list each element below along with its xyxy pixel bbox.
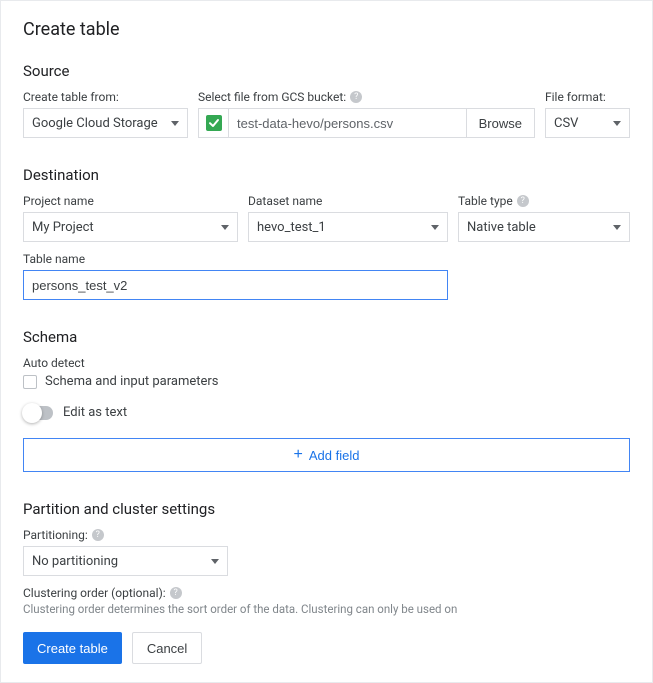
auto-detect-desc: Schema and input parameters	[45, 374, 219, 389]
help-icon[interactable]: ?	[517, 195, 529, 207]
table-type-select[interactable]: Native table	[458, 212, 630, 242]
clustering-order-label: Clustering order (optional):	[23, 586, 166, 600]
dataset-name-label: Dataset name	[248, 194, 448, 208]
chevron-down-icon	[613, 121, 621, 126]
table-name-input[interactable]	[32, 271, 439, 299]
gcs-path-input[interactable]	[228, 108, 466, 138]
edit-as-text-label: Edit as text	[63, 405, 127, 420]
edit-as-text-toggle[interactable]	[23, 406, 53, 420]
file-format-label: File format:	[545, 90, 630, 104]
partitioning-label: Partitioning:	[23, 528, 88, 542]
chevron-down-icon	[211, 559, 219, 564]
chevron-down-icon	[221, 225, 229, 230]
chevron-down-icon	[171, 121, 179, 126]
add-field-button[interactable]: + Add field	[23, 438, 630, 472]
table-type-value: Native table	[467, 220, 536, 235]
project-name-value: My Project	[32, 220, 94, 235]
auto-detect-label: Auto detect	[23, 356, 630, 370]
create-table-panel: Create table Source Create table from: G…	[0, 0, 653, 683]
gcs-verified-icon	[198, 108, 228, 138]
project-name-label: Project name	[23, 194, 238, 208]
browse-button[interactable]: Browse	[466, 108, 535, 138]
help-icon[interactable]: ?	[350, 91, 362, 103]
create-table-from-label: Create table from:	[23, 90, 188, 104]
help-icon[interactable]: ?	[170, 587, 182, 599]
create-table-from-select[interactable]: Google Cloud Storage	[23, 108, 188, 138]
table-name-label: Table name	[23, 252, 448, 266]
chevron-down-icon	[431, 225, 439, 230]
section-destination-heading: Destination	[23, 166, 630, 184]
file-format-value: CSV	[554, 116, 578, 131]
dataset-name-value: hevo_test_1	[257, 220, 326, 235]
table-name-input-wrap	[23, 270, 448, 300]
add-field-label: Add field	[309, 448, 360, 463]
project-name-select[interactable]: My Project	[23, 212, 238, 242]
help-icon[interactable]: ?	[92, 529, 104, 541]
page-title: Create table	[23, 19, 630, 40]
section-partition-heading: Partition and cluster settings	[23, 500, 630, 518]
table-type-label: Table type	[458, 194, 513, 208]
section-schema-heading: Schema	[23, 328, 630, 346]
partitioning-value: No partitioning	[32, 554, 118, 569]
file-format-select[interactable]: CSV	[545, 108, 630, 138]
dataset-name-select[interactable]: hevo_test_1	[248, 212, 448, 242]
create-table-from-value: Google Cloud Storage	[32, 116, 158, 131]
gcs-bucket-label: Select file from GCS bucket:	[198, 90, 346, 104]
auto-detect-checkbox[interactable]	[23, 375, 37, 389]
chevron-down-icon	[613, 225, 621, 230]
partitioning-select[interactable]: No partitioning	[23, 546, 228, 576]
clustering-hint: Clustering order determines the sort ord…	[23, 602, 630, 616]
plus-icon: +	[294, 447, 303, 463]
create-table-button[interactable]: Create table	[23, 632, 122, 664]
cancel-button[interactable]: Cancel	[132, 632, 202, 664]
section-source-heading: Source	[23, 62, 630, 80]
